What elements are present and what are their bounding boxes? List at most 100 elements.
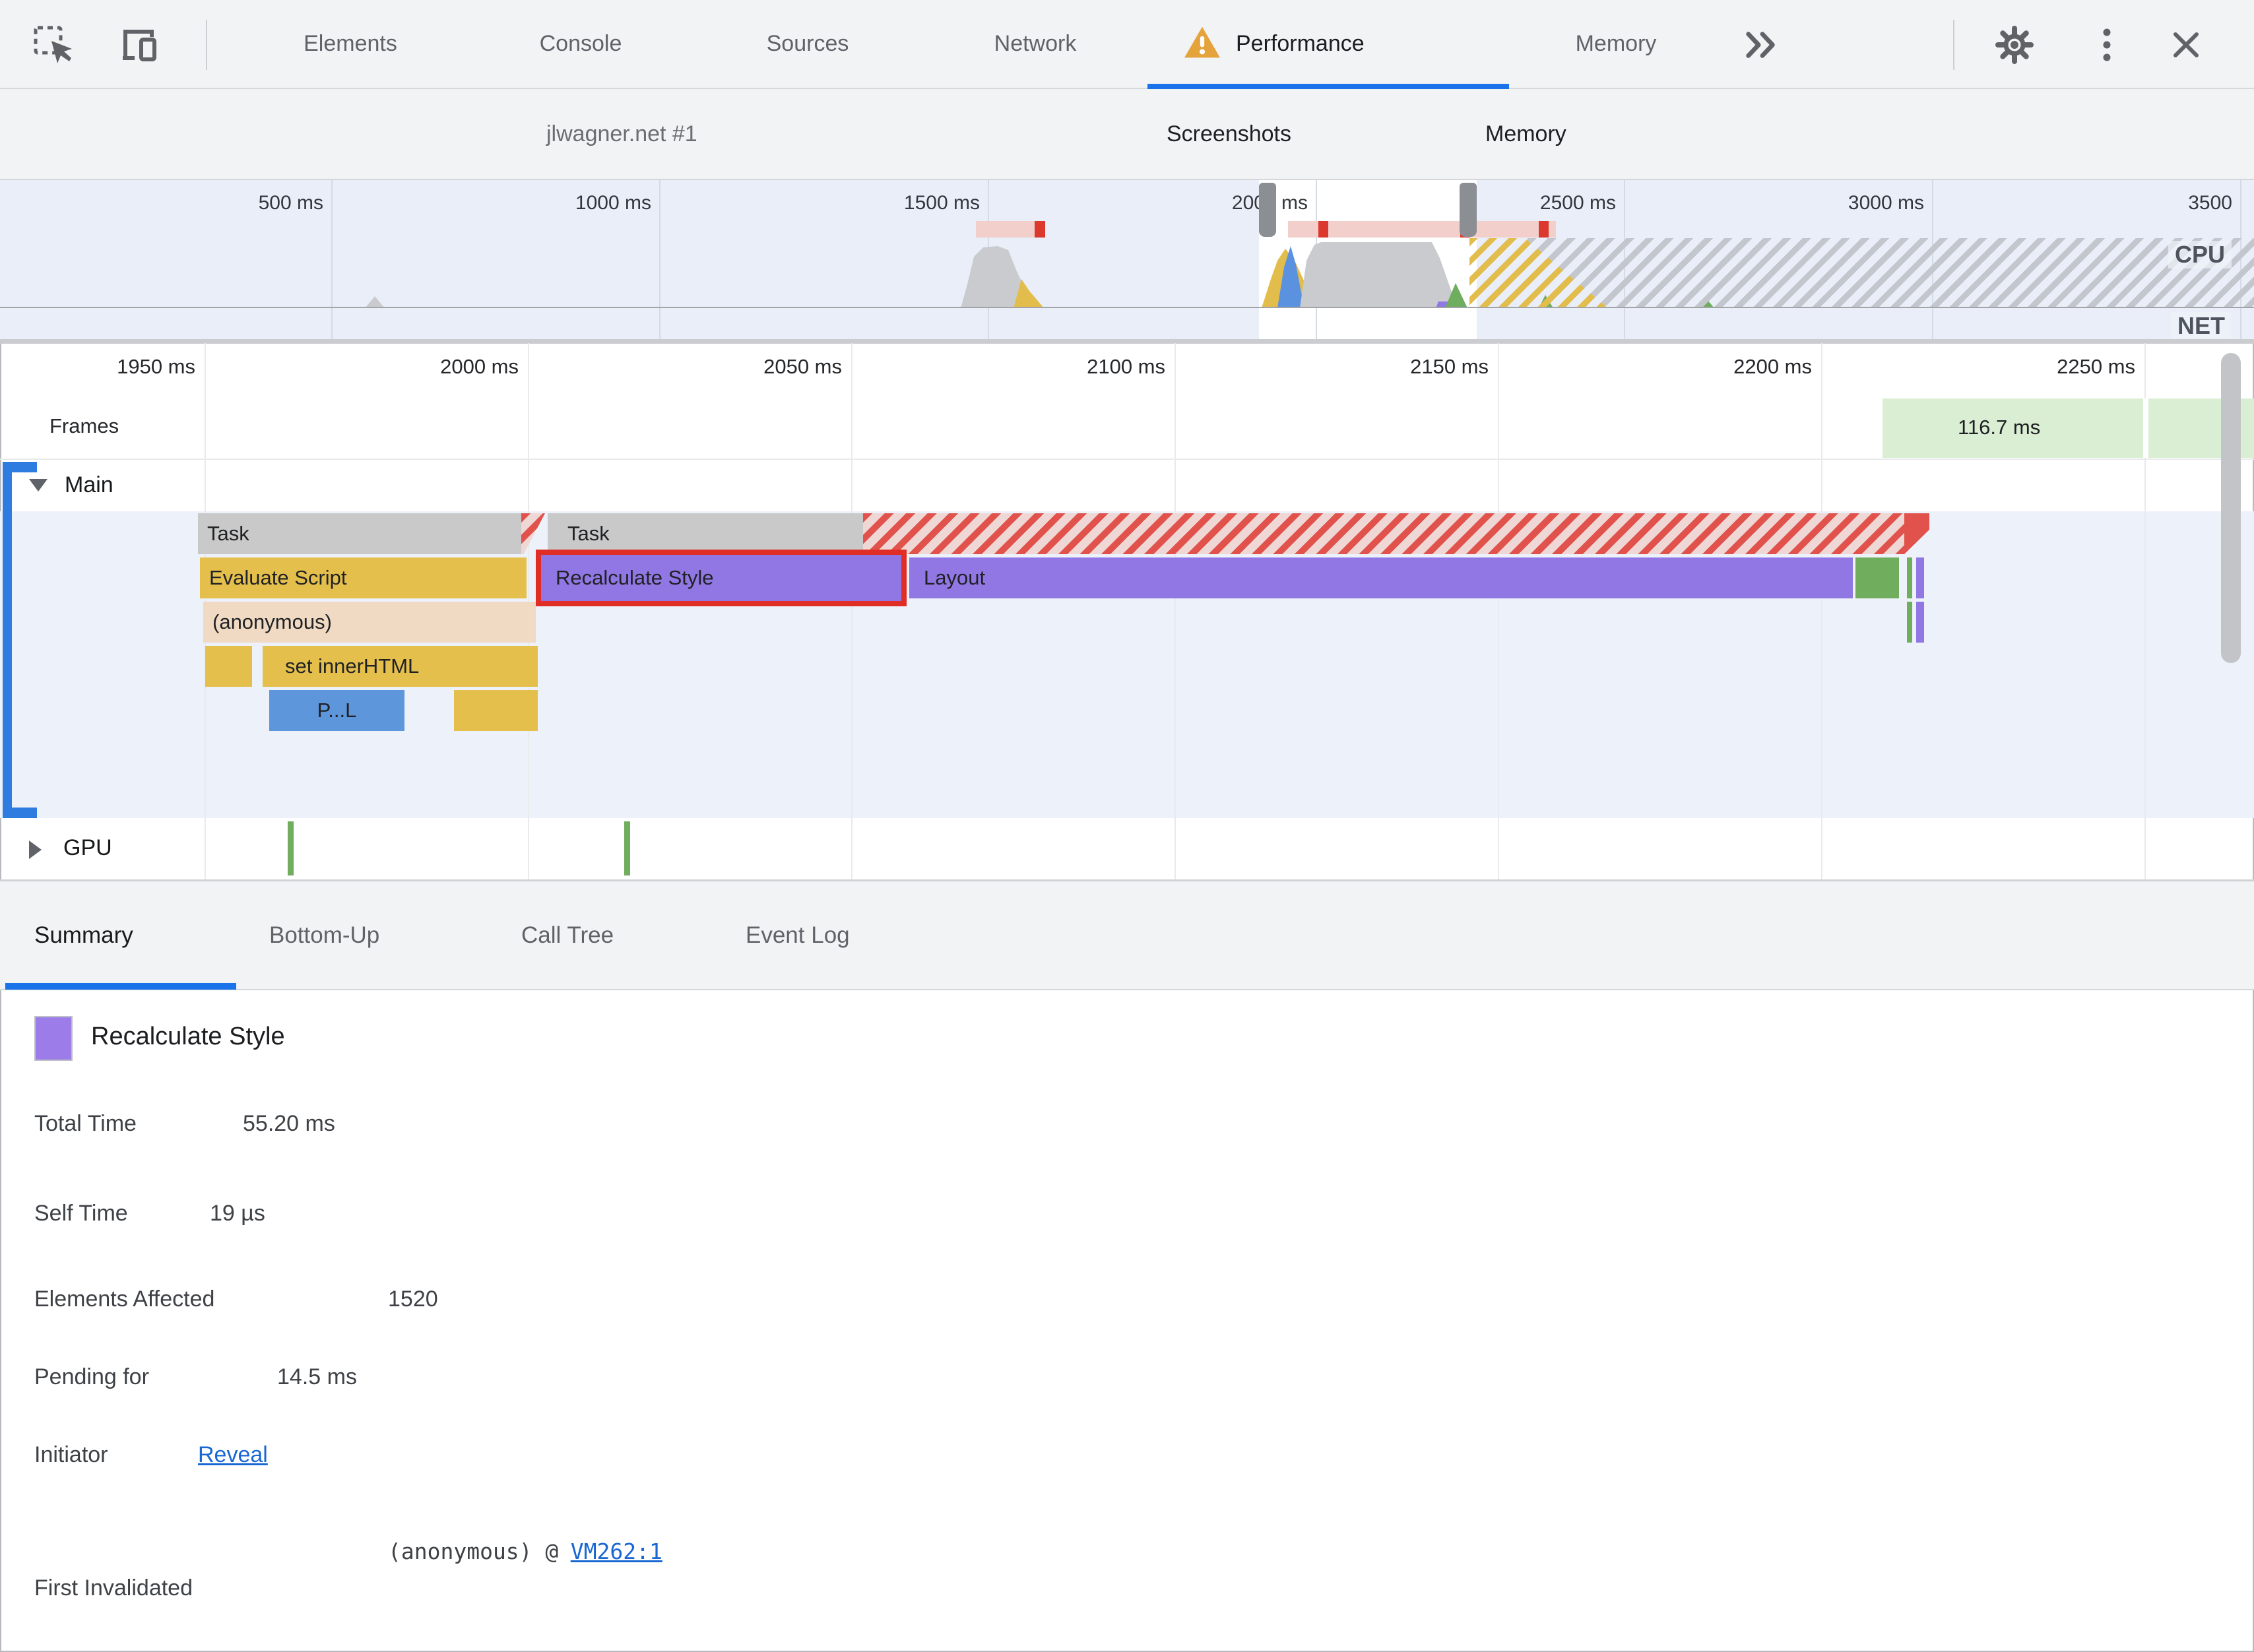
overview-tick: 1000 ms — [575, 192, 651, 214]
selection-right-handle[interactable] — [1460, 183, 1477, 237]
flame-evaluate-script-bar[interactable]: Evaluate Script — [200, 557, 527, 598]
flame-parse-html-bar[interactable]: P...L — [269, 690, 404, 731]
timeline-overview[interactable]: 500 ms 1000 ms 1500 ms 2000 ms 2500 ms 3… — [0, 179, 2254, 344]
summary-row-label: Total Time — [34, 1111, 137, 1136]
overview-tick: 2500 ms — [1539, 192, 1616, 214]
tab-bottom-up[interactable]: Bottom-Up — [269, 881, 379, 990]
flame-style-sliver — [1916, 602, 1924, 643]
summary-row-label: Elements Affected — [34, 1287, 215, 1312]
devtools-window: Elements Console Sources Network Perform… — [0, 0, 2254, 1652]
cpu-label: CPU — [2168, 241, 2232, 269]
stack-frame-text: (anonymous) @ — [388, 1539, 559, 1564]
flame-paint-sliver — [1907, 602, 1912, 643]
ruler-gridline — [1175, 343, 1176, 879]
settings-gear-icon[interactable] — [1993, 24, 2036, 66]
frame-duration: 116.7 ms — [1958, 416, 2041, 439]
flame-set-innerhtml-bar[interactable]: set innerHTML — [263, 646, 538, 687]
long-task-bar — [1288, 221, 1556, 238]
flame-style-sliver — [1916, 557, 1924, 598]
flame-paint-sliver — [1907, 557, 1912, 598]
overview-tick: 2000 ms — [1231, 192, 1308, 214]
summary-row-value: 19 µs — [210, 1201, 265, 1226]
toolbar-separator — [206, 20, 207, 70]
inspect-element-icon[interactable] — [32, 24, 74, 66]
main-collapse-icon[interactable] — [29, 479, 48, 492]
ruler-tick: 2150 ms — [1410, 355, 1489, 378]
frame-badge-gridline-gap — [2143, 398, 2148, 458]
gpu-expand-icon[interactable] — [29, 841, 42, 859]
device-toolbar-icon[interactable] — [117, 24, 160, 66]
flame-recalculate-style-label: Recalculate Style — [556, 566, 714, 589]
tab-performance[interactable]: Performance — [1183, 0, 1365, 88]
performance-toolbar: jlwagner.net #1 Screenshots Memory — [0, 89, 2254, 247]
event-color-swatch — [34, 1016, 73, 1061]
flame-paint-bar[interactable] — [1855, 557, 1899, 598]
flame-task-bar[interactable]: Task — [198, 513, 521, 554]
overview-bottom-band — [0, 339, 2254, 344]
gpu-activity-tick — [288, 821, 294, 875]
tab-sources[interactable]: Sources — [767, 0, 849, 88]
long-task-red-segment — [1318, 221, 1328, 238]
tab-summary[interactable]: Summary — [34, 881, 133, 990]
long-task-red-segment — [1539, 221, 1549, 238]
summary-row-label: Pending for — [34, 1364, 149, 1389]
frames-row-border — [0, 459, 2254, 460]
kebab-menu-icon[interactable] — [2090, 24, 2123, 66]
vertical-scrollbar-thumb[interactable] — [2221, 353, 2241, 663]
overview-tick: 3000 ms — [1848, 192, 1924, 214]
flame-script-chip[interactable] — [454, 690, 538, 731]
flame-anonymous-bar[interactable]: (anonymous) — [203, 602, 536, 643]
tab-elements[interactable]: Elements — [304, 0, 397, 88]
ruler-gridline — [1821, 343, 1822, 879]
tab-call-tree[interactable]: Call Tree — [521, 881, 614, 990]
active-tab-underline — [1147, 84, 1509, 89]
main-track-selection-bracket — [3, 462, 12, 818]
ruler-tick: 2050 ms — [763, 355, 842, 378]
tab-console[interactable]: Console — [540, 0, 622, 88]
flame-recalculate-style-bar-selected[interactable]: Recalculate Style — [536, 550, 907, 606]
flame-script-chip[interactable] — [205, 646, 252, 687]
gpu-track-label[interactable]: GPU — [63, 835, 112, 861]
initiator-label: Initiator — [34, 1442, 108, 1467]
summary-row-value: 1520 — [388, 1287, 438, 1312]
overview-tick: 500 ms — [258, 192, 323, 214]
summary-title: Recalculate Style — [91, 1023, 285, 1050]
ruler-tick: 1950 ms — [117, 355, 195, 378]
tab-network[interactable]: Network — [994, 0, 1077, 88]
overview-tick: 1500 ms — [903, 192, 980, 214]
flame-layout-bar[interactable]: Layout — [909, 557, 1853, 598]
frame-badge[interactable]: 116.7 ms — [1883, 398, 2254, 458]
summary-row-value: 55.20 ms — [243, 1111, 335, 1136]
stack-frame-link[interactable]: VM262:1 — [571, 1539, 662, 1564]
frames-track-label[interactable]: Frames — [49, 414, 119, 438]
ruler-gridline — [1498, 343, 1499, 879]
ruler-tick: 2100 ms — [1087, 355, 1165, 378]
screenshots-label[interactable]: Screenshots — [1167, 89, 1291, 179]
main-track-label[interactable]: Main — [65, 472, 113, 498]
memory-label[interactable]: Memory — [1485, 89, 1566, 179]
ruler-tick: 2250 ms — [2057, 355, 2135, 378]
tab-memory[interactable]: Memory — [1576, 0, 1657, 88]
first-invalidated-stack: (anonymous) @ VM262:1 — [388, 1539, 662, 1564]
main-track-selection-bracket-bottom — [3, 808, 37, 818]
details-tab-bar: Summary Bottom-Up Call Tree Event Log — [0, 881, 2254, 990]
tab-performance-label: Performance — [1236, 31, 1365, 56]
cpu-baseline — [0, 307, 2254, 308]
long-task-red-segment — [1035, 221, 1045, 238]
selection-left-handle[interactable] — [1259, 183, 1276, 237]
ruler-tick: 2000 ms — [440, 355, 519, 378]
summary-row-value: 14.5 ms — [277, 1364, 357, 1389]
initiator-reveal-link[interactable]: Reveal — [198, 1442, 268, 1468]
tab-event-log[interactable]: Event Log — [746, 881, 850, 990]
flame-long-task-hatch[interactable] — [863, 513, 1904, 554]
more-tabs-icon[interactable] — [1741, 26, 1782, 63]
session-select[interactable]: jlwagner.net #1 — [546, 89, 697, 179]
gpu-activity-tick — [624, 821, 630, 875]
net-label: NET — [2171, 312, 2232, 340]
long-task-bar — [976, 221, 1045, 238]
warning-icon — [1183, 24, 1221, 63]
flame-task-bar[interactable]: Task — [548, 513, 863, 554]
devtools-tab-bar: Elements Console Sources Network Perform… — [0, 0, 2254, 89]
ruler-tick: 2200 ms — [1733, 355, 1812, 378]
close-icon[interactable] — [2165, 24, 2207, 66]
